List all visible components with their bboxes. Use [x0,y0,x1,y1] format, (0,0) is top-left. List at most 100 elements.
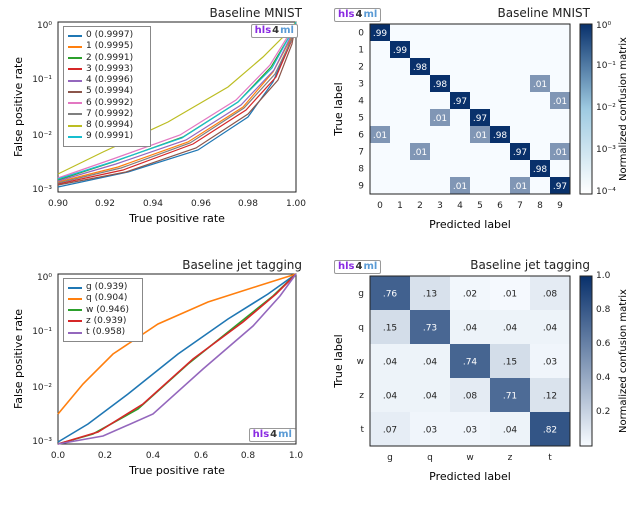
cm-xtick: 4 [457,201,463,211]
svg-text:10⁻³: 10⁻³ [596,145,616,155]
cm-cell [490,160,510,177]
cm-xtick: 8 [537,201,543,211]
cm-cell [410,177,430,194]
x-ticks: 0.0 0.2 0.4 0.6 0.8 1.0 [51,451,304,461]
y-ticks: 10⁻³ 10⁻² 10⁻¹ 10⁰ [32,21,52,195]
cm-jet-cbar-label: Normalized confusion matrix [618,289,629,433]
roc-mnist-title: Baseline MNIST [209,6,302,20]
cm-mnist-plot: .99.99.98.98.01.97.01.01.97.01.01.98.01.… [330,4,630,234]
roc-mnist-legend: 0 (0.9997)1 (0.9995)2 (0.9991)3 (0.9993)… [63,26,151,147]
cm-cell [410,75,430,92]
cm-ytick: g [358,289,364,299]
cm-mnist-cbar-label: Normalized confusion matrix [618,37,629,181]
legend-swatch [68,46,82,48]
cm-ytick: z [359,391,364,401]
cm-cell [450,143,470,160]
cm-cell-value: .01 [453,182,467,192]
cm-cell-value: .04 [383,392,398,402]
legend-item: 1 (0.9995) [68,41,146,52]
cm-xtick: g [387,453,393,463]
cm-xtick: w [466,453,473,463]
cm-cell [410,24,430,41]
legend-label: z (0.939) [86,316,126,327]
roc-jet-xlabel: True positive rate [128,464,225,477]
cm-ytick: t [360,425,364,435]
cm-cell [470,24,490,41]
legend-swatch [68,298,82,300]
cm-cell-value: .15 [503,358,517,368]
svg-text:10⁻¹: 10⁻¹ [32,327,52,337]
cm-cell [490,177,510,194]
cm-xtick: t [548,453,552,463]
svg-text:0.98: 0.98 [238,199,258,209]
cm-cell [410,41,430,58]
legend-item: t (0.958) [68,327,138,338]
legend-label: 4 (0.9996) [86,75,133,86]
cm-cell [450,24,470,41]
cm-mnist-ylabel: True label [332,82,345,136]
legend-label: 2 (0.9991) [86,53,133,64]
cm-cell-value: .03 [463,426,477,436]
cm-cell [430,24,450,41]
cm-cell-value: .98 [413,63,428,73]
cm-ytick: 9 [358,182,364,192]
legend-item: 9 (0.9991) [68,131,146,142]
cm-cell-value: .07 [383,426,397,436]
legend-swatch [68,309,82,311]
cm-cell-value: .01 [533,80,547,90]
cm-xtick: 0 [377,201,383,211]
cm-xtick: 6 [497,201,503,211]
cm-ytick: 6 [358,131,364,141]
cm-cell-value: .74 [463,358,478,368]
cm-cell-value: .76 [383,290,398,300]
cm-cell-value: .08 [463,392,478,402]
cm-cell [510,24,530,41]
cm-cell [470,143,490,160]
cm-jet-xlabel: Predicted label [429,470,511,483]
legend-label: 1 (0.9995) [86,41,133,52]
cm-cell [370,109,390,126]
svg-text:0.92: 0.92 [95,199,115,209]
svg-text:10⁻¹: 10⁻¹ [32,75,52,85]
cm-ytick: 1 [358,46,364,56]
y-ticks: 10⁻³ 10⁻² 10⁻¹ 10⁰ [32,273,52,447]
cm-cell-value: .71 [503,392,517,402]
cm-cell [390,126,410,143]
svg-text:10⁻²: 10⁻² [32,131,52,141]
legend-label: g (0.939) [86,282,127,293]
cm-cell-value: .12 [543,392,557,402]
legend-label: 7 (0.9992) [86,109,133,120]
cm-cell [450,109,470,126]
svg-text:0.6: 0.6 [596,339,611,349]
svg-text:10⁻⁴: 10⁻⁴ [596,187,616,197]
svg-text:1.00: 1.00 [286,199,306,209]
legend-swatch [68,91,82,93]
cm-cell [390,24,410,41]
legend-item: 2 (0.9991) [68,53,146,64]
cm-cell [410,109,430,126]
svg-text:0.0: 0.0 [51,451,66,461]
cm-xtick: 5 [477,201,483,211]
cm-ytick: 8 [358,165,364,175]
legend-swatch [68,80,82,82]
cm-cell [450,160,470,177]
cm-cell [390,58,410,75]
svg-text:0.4: 0.4 [596,373,611,383]
legend-label: 3 (0.9993) [86,64,133,75]
cm-ytick: 0 [358,29,364,39]
svg-text:10⁰: 10⁰ [37,21,52,31]
legend-item: 0 (0.9997) [68,30,146,41]
cm-mnist-xlabel: Predicted label [429,218,511,231]
cm-cell-value: .04 [383,358,398,368]
hls4ml-watermark: hls4ml [334,260,381,274]
cm-cell-value: .98 [493,131,508,141]
cm-cell [530,58,550,75]
cm-cell [430,92,450,109]
cbar-ticks: 1.0 0.8 0.6 0.4 0.2 [596,271,611,417]
cm-cell [530,177,550,194]
cbar-ticks: 10⁰ 10⁻¹ 10⁻² 10⁻³ 10⁻⁴ [596,21,616,197]
cm-cell-value: .97 [553,182,567,192]
legend-item: w (0.946) [68,305,138,316]
cm-cell-value: .04 [543,324,558,334]
cm-cell-value: .04 [503,426,518,436]
